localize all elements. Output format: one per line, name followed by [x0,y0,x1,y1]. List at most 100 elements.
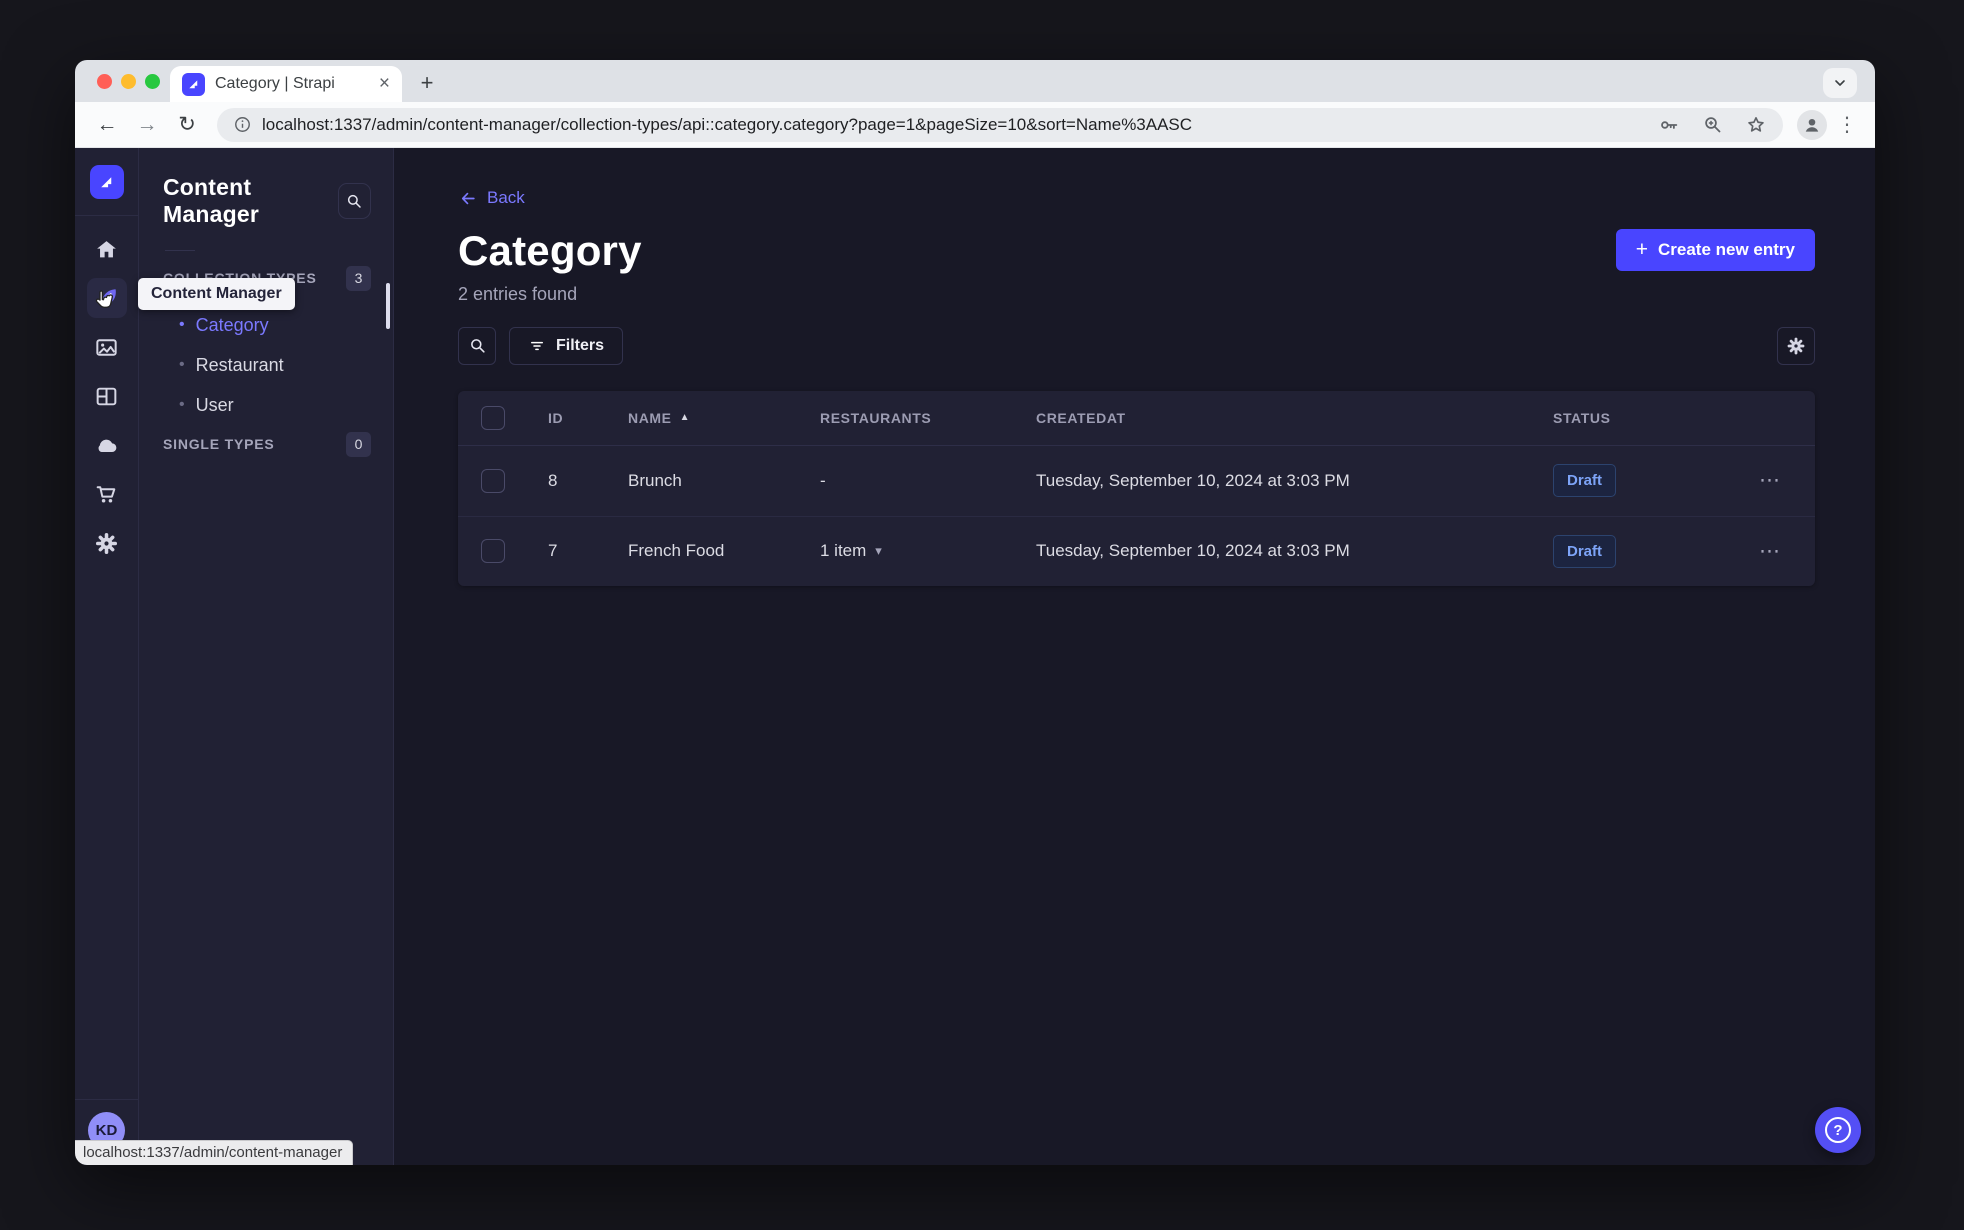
search-icon [348,194,362,208]
gear-icon [1787,337,1805,354]
single-types-count-badge: 0 [346,431,371,457]
zoom-window-button[interactable] [145,74,160,89]
strapi-favicon-icon [182,72,205,96]
collection-types-list: • Category • Restaurant • User [163,305,371,425]
plus-icon: + [1635,237,1648,261]
table-row[interactable]: 8 Brunch - Tuesday, September 10, 2024 a… [458,446,1815,516]
panel-search-button[interactable] [337,183,371,219]
browser-menu-button[interactable]: ⋮ [1835,112,1859,137]
header-status[interactable]: STATUS [1533,410,1725,426]
home-icon [97,240,116,257]
new-tab-button[interactable]: + [410,66,444,100]
link-preview-status-bar: localhost:1337/admin/content-manager [75,1140,354,1165]
panel-title: Content Manager [163,174,259,227]
collection-types-count-badge: 3 [346,265,371,291]
caret-down-icon: ▾ [875,543,882,558]
single-types-label: SINGLE TYPES [163,436,275,452]
browser-window: Category | Strapi × + ← → ↻ localhost:13… [75,60,1875,1165]
strapi-logo[interactable] [89,165,124,199]
window-controls [97,74,160,89]
cloud-icon [98,439,116,453]
zoom-page-icon[interactable] [1702,114,1723,135]
bookmark-star-icon[interactable] [1745,114,1767,136]
cell-restaurants[interactable]: 1 item ▾ [798,541,1013,561]
browser-toolbar: ← → ↻ localhost:1337/admin/content-manag… [75,102,1875,148]
table-row[interactable]: 7 French Food 1 item ▾ Tuesday, Septembe… [458,515,1815,586]
panel-divider [165,250,195,251]
main-content: Back Category 2 entries found + Create n… [394,148,1875,1165]
back-link-label: Back [487,188,525,207]
mouse-cursor [90,288,116,314]
nav-home-button[interactable] [87,229,127,269]
browser-forward-button[interactable]: → [131,109,163,141]
browser-reload-button[interactable]: ↻ [171,109,203,141]
browser-tab[interactable]: Category | Strapi × [170,66,402,102]
header-id[interactable]: ID [528,410,608,426]
header-name[interactable]: NAME ▲ [608,410,798,426]
cell-id: 8 [548,470,558,490]
header-createdat[interactable]: CREATEDAT [1013,410,1533,426]
site-info-icon[interactable] [233,115,252,134]
filters-label: Filters [556,336,605,354]
gear-icon [95,532,118,554]
media-library-icon [96,338,117,356]
search-icon [470,339,485,353]
table-header-row: ID NAME ▲ RESTAURANTS CREATEDAT STATUS [458,391,1815,446]
shopping-cart-icon [96,485,116,503]
cell-restaurants: - [820,470,826,490]
collection-type-label: Restaurant [195,354,284,375]
bullet-icon: • [179,356,185,373]
back-link[interactable]: Back [458,188,525,208]
content-type-builder-icon [96,387,117,405]
url-text: localhost:1337/admin/content-manager/col… [262,114,1193,134]
nav-tooltip: Content Manager [138,278,295,310]
nav-media-library-button[interactable] [87,327,127,367]
table-search-button[interactable] [458,326,496,365]
collection-type-user[interactable]: • User [179,385,371,425]
nav-content-type-builder-button[interactable] [87,376,127,416]
status-badge: Draft [1553,534,1617,568]
collection-type-label: User [195,394,234,415]
url-bar[interactable]: localhost:1337/admin/content-manager/col… [217,107,1783,142]
person-icon [1805,118,1819,132]
row-actions-button[interactable]: ⋯ [1759,539,1781,564]
row-checkbox[interactable] [481,468,505,493]
tab-strip: Category | Strapi × + [75,60,1875,102]
nav-deploy-cloud-button[interactable] [87,425,127,465]
tab-search-button[interactable] [1823,68,1857,98]
sidebar-scrollbar-thumb[interactable] [386,283,390,329]
create-new-entry-label: Create new entry [1658,239,1795,259]
help-button[interactable]: ? [1815,1107,1861,1153]
minimize-window-button[interactable] [121,74,136,89]
bullet-icon: • [179,316,185,333]
header-restaurants[interactable]: RESTAURANTS [798,410,1013,426]
row-actions-button[interactable]: ⋯ [1759,468,1781,493]
question-mark-icon: ? [1825,1117,1851,1143]
cell-id: 7 [548,541,558,560]
page-title: Category [458,226,642,274]
rail-divider [75,215,138,216]
entries-count: 2 entries found [458,283,578,304]
close-tab-icon[interactable]: × [379,73,390,95]
row-checkbox[interactable] [481,539,505,563]
create-new-entry-button[interactable]: + Create new entry [1615,228,1815,271]
nav-marketplace-button[interactable] [87,474,127,514]
status-badge: Draft [1553,464,1617,497]
collection-type-category[interactable]: • Category [179,305,371,345]
collection-type-restaurant[interactable]: • Restaurant [179,345,371,385]
table-actions-row: Filters [458,326,1815,365]
collection-type-label: Category [195,314,269,335]
chevron-down-icon [1835,80,1845,86]
password-key-icon[interactable] [1658,114,1680,136]
close-window-button[interactable] [97,74,112,89]
nav-settings-button[interactable] [87,523,127,563]
view-settings-button[interactable] [1777,326,1815,365]
cell-createdat: Tuesday, September 10, 2024 at 3:03 PM [1036,470,1350,490]
browser-profile-button[interactable] [1797,109,1827,140]
browser-back-button[interactable]: ← [91,109,123,141]
filters-button[interactable]: Filters [509,326,624,365]
tab-title: Category | Strapi [215,75,335,92]
select-all-checkbox[interactable] [481,405,505,430]
sort-ascending-icon: ▲ [679,412,691,423]
arrow-left-icon [461,192,475,204]
